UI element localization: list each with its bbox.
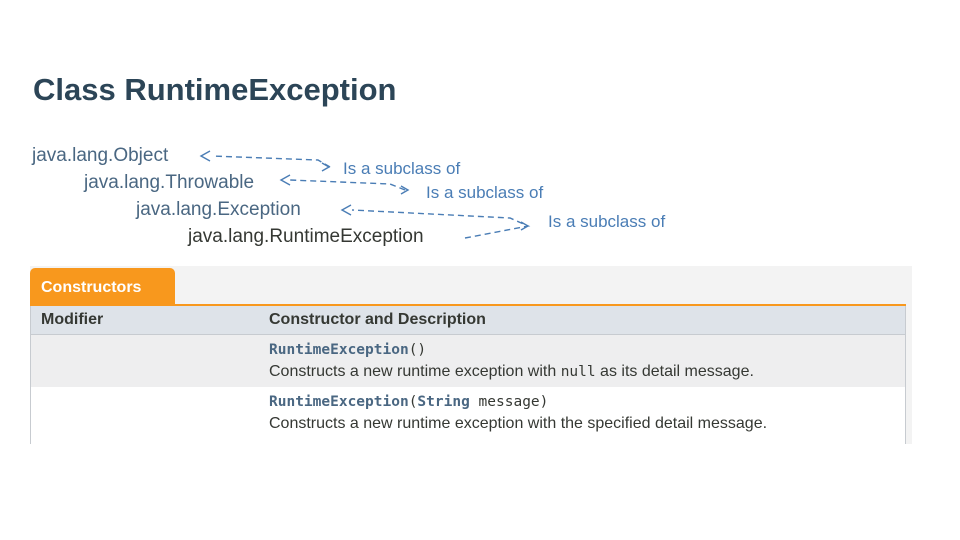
arrow-throwable-to-object <box>211 155 331 168</box>
arrow-runtime-to-exception <box>351 209 531 239</box>
constructor-name-link[interactable]: RuntimeException <box>269 394 409 410</box>
param-name: message <box>469 394 540 410</box>
tab-constructors[interactable]: Constructors <box>30 268 175 305</box>
arrow-exception-to-throwable <box>289 179 406 191</box>
description-text: Constructs a new runtime exception with … <box>269 415 768 432</box>
constructor-name-link[interactable]: RuntimeException <box>269 342 409 358</box>
constructor-description: Constructs a new runtime exception with … <box>269 361 905 383</box>
column-header-modifier: Modifier <box>30 306 259 335</box>
constructor-cell: RuntimeException() Constructs a new runt… <box>259 334 906 387</box>
modifier-cell <box>30 334 259 387</box>
param-type-link[interactable]: String <box>417 394 469 410</box>
arrowhead-object <box>199 150 211 162</box>
table-row: RuntimeException(String message) Constru… <box>30 387 906 444</box>
modifier-cell <box>30 387 259 444</box>
constructor-signature: RuntimeException() <box>269 341 905 360</box>
column-header-description: Constructor and Description <box>259 306 906 335</box>
constructor-cell: RuntimeException(String message) Constru… <box>259 387 906 444</box>
table-row: RuntimeException() Constructs a new runt… <box>30 334 906 387</box>
description-text: Constructs a new runtime exception with <box>269 363 561 380</box>
arrowhead-throwable <box>279 174 291 186</box>
arrowhead-exception <box>340 204 352 216</box>
close-paren: ) <box>417 342 427 358</box>
constructor-signature: RuntimeException(String message) <box>269 393 905 412</box>
close-paren: ) <box>539 394 549 410</box>
constructor-table: Modifier Constructor and Description Run… <box>30 306 906 444</box>
constructor-description: Constructs a new runtime exception with … <box>269 413 905 435</box>
description-text-end: as its detail message. <box>595 363 754 380</box>
description-code: null <box>560 364 596 380</box>
